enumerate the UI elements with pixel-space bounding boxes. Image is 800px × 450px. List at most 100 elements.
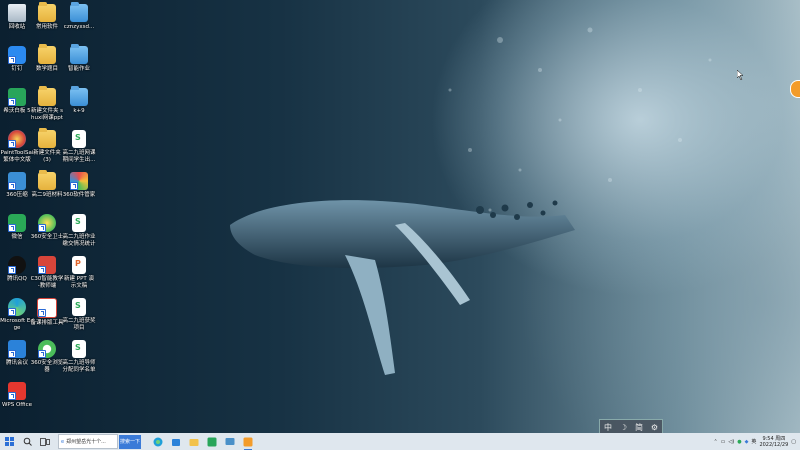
folder-icon <box>38 128 56 148</box>
search-submit-button[interactable]: 搜索一下 <box>119 434 141 449</box>
desktop-icon[interactable]: 希沃白板 5 <box>0 88 34 122</box>
desktop-icon-label: 360安全浏览器 <box>30 360 64 373</box>
paint-tool-sai-icon <box>8 130 26 148</box>
desktop-icon[interactable]: 常用软件 <box>30 2 64 38</box>
wechat-icon <box>8 214 26 232</box>
desktop-icon[interactable]: PaintToolSai 繁体中文版 <box>0 130 34 164</box>
shortcut-arrow-icon <box>38 224 46 232</box>
zip-archive-icon <box>8 172 26 190</box>
presentation-document-icon <box>72 256 86 274</box>
desktop-icon-label: 备课排版工具 <box>30 320 64 326</box>
folder-icon <box>70 86 88 106</box>
ime-moon-icon[interactable]: ☽ <box>620 423 627 432</box>
clock-time: 9:54 周四 <box>762 435 786 442</box>
shortcut-arrow-icon <box>8 224 16 232</box>
desktop-icon[interactable]: 新建文件夹 (3) <box>30 128 64 164</box>
desktop-icon[interactable]: 360压缩 <box>0 172 34 206</box>
teaching-app-icon <box>38 256 56 274</box>
meeting-icon <box>8 340 26 358</box>
software-manager-icon <box>70 172 88 190</box>
desktop-icon[interactable]: 新建 PPT 演示文稿 <box>62 256 96 290</box>
desktop-icon[interactable]: 高二9班材料 <box>30 170 64 206</box>
tray-wechat-icon[interactable]: ● <box>737 439 741 445</box>
desktop-icon[interactable]: Microsoft Edge <box>0 298 34 332</box>
folder-icon <box>38 2 56 22</box>
desktop-icon[interactable]: 腾讯QQ <box>0 256 34 290</box>
desktop-icon[interactable]: 备课排版工具 <box>30 298 64 332</box>
desktop-icon[interactable]: 高二九班导师 分配同学名单 <box>62 340 96 374</box>
desktop-icon[interactable]: 回收站 <box>0 4 34 38</box>
browser-small-icon: e <box>61 438 65 445</box>
ime-settings-icon[interactable]: ⚙ <box>651 423 658 432</box>
ime-chinese-toggle[interactable]: 中 <box>604 422 612 433</box>
desktop-icon[interactable]: 360软件管家 <box>62 172 96 206</box>
search-input-value: 郑州望岳光十个... <box>66 439 106 445</box>
taskbar-clock[interactable]: 9:54 周四 2022/12/29 <box>759 436 788 448</box>
clock-date: 2022/12/29 <box>759 441 789 448</box>
tray-chevron-icon[interactable]: ⌃ <box>713 439 717 445</box>
desktop-icon[interactable]: WPS Office <box>0 382 34 416</box>
spreadsheet-document-icon <box>72 298 86 316</box>
desktop-icon-label: 360软件管家 <box>62 192 96 198</box>
desktop-icon-label: 新建 PPT 演示文稿 <box>64 276 94 289</box>
desktop-icon-label: 回收站 <box>8 24 26 30</box>
desktop-icon-label: 智能作业 <box>67 66 90 72</box>
floating-assistant-button[interactable] <box>790 80 800 98</box>
task-view-icon <box>40 437 50 446</box>
desktop-icon-label: 高二九班获奖 项目 <box>62 318 96 331</box>
tray-security-icon[interactable]: ◆ <box>745 439 749 445</box>
desktop-icon-label: 新建文件夹 shuxi网课ppt <box>30 108 64 121</box>
qq-penguin-icon <box>8 256 26 274</box>
desktop-icon-label: 腾讯会议 <box>5 360 28 366</box>
desktop-icon[interactable]: C30智能教学 -教师端 <box>30 256 64 290</box>
taskbar-app-easinote[interactable] <box>203 433 221 450</box>
start-button[interactable] <box>0 433 18 450</box>
task-view-button[interactable] <box>36 433 54 450</box>
desktop-icon[interactable]: 360安全卫士 <box>30 214 64 248</box>
desktop-icon-label: 高二9班材料 <box>31 192 63 198</box>
taskbar-app-store[interactable] <box>167 433 185 450</box>
shortcut-arrow-icon <box>38 309 46 317</box>
tray-volume-icon[interactable]: ◁) <box>728 439 734 445</box>
desktop-icon[interactable]: 360安全浏览器 <box>30 340 64 374</box>
desktop-wallpaper <box>0 0 800 433</box>
tray-language-label[interactable]: 英 <box>751 438 756 445</box>
notification-icon[interactable]: ▢ <box>791 439 796 445</box>
desktop-icon[interactable]: 高二九班网课 期间学生出... <box>62 130 96 164</box>
desktop-icon[interactable]: cznzyxsd... <box>62 2 96 38</box>
desktop-icon-label: k+9 <box>73 108 85 114</box>
desktop-icon[interactable]: 腾讯会议 <box>0 340 34 374</box>
desktop-icon[interactable]: 数学题目 <box>30 44 64 80</box>
search-taskbar-button[interactable] <box>18 433 36 450</box>
taskbar-app-edge[interactable] <box>149 433 167 450</box>
desktop-icon[interactable]: 钉钉 <box>0 46 34 80</box>
shortcut-arrow-icon <box>38 266 46 274</box>
taskbar-app-active[interactable] <box>239 433 257 450</box>
desktop-icon-label: 新建文件夹 (3) <box>33 150 61 163</box>
desktop-icon-label: 高二九班导师 分配同学名单 <box>62 360 96 373</box>
desktop-icon-label: C30智能教学 -教师端 <box>30 276 64 289</box>
recycle-bin-icon <box>8 4 26 22</box>
taskbar-app-explorer[interactable] <box>185 433 203 450</box>
taskbar-app-board[interactable] <box>221 433 239 450</box>
desktop-icon[interactable]: 高二九班作业 缴交情况统计 <box>62 214 96 248</box>
desktop-icon[interactable]: 高二九班获奖 项目 <box>62 298 96 332</box>
shortcut-arrow-icon <box>38 350 46 358</box>
windows-logo-icon <box>4 437 14 446</box>
store-icon <box>172 438 180 446</box>
ime-simplified-toggle[interactable]: 简 <box>635 422 643 433</box>
folder-icon <box>38 44 56 64</box>
desktop-icon-label: WPS Office <box>1 402 33 408</box>
desktop-icon[interactable]: 智能作业 <box>62 44 96 80</box>
desktop-icon[interactable]: k+9 <box>62 86 96 122</box>
taskbar-search-input[interactable]: e 郑州望岳光十个... <box>58 434 118 449</box>
desktop-icon[interactable]: 新建文件夹 shuxi网课ppt <box>30 86 64 122</box>
desktop-icon-label: PaintToolSai 繁体中文版 <box>0 150 34 163</box>
easinote-icon <box>8 88 26 106</box>
tray-network-icon[interactable]: ▭ <box>721 439 726 445</box>
desktop-icon-label: 高二九班网课 期间学生出... <box>62 150 96 163</box>
whiteboard-icon <box>225 437 235 445</box>
dingtalk-icon <box>8 46 26 64</box>
shortcut-arrow-icon <box>8 308 16 316</box>
desktop-icon[interactable]: 微信 <box>0 214 34 248</box>
